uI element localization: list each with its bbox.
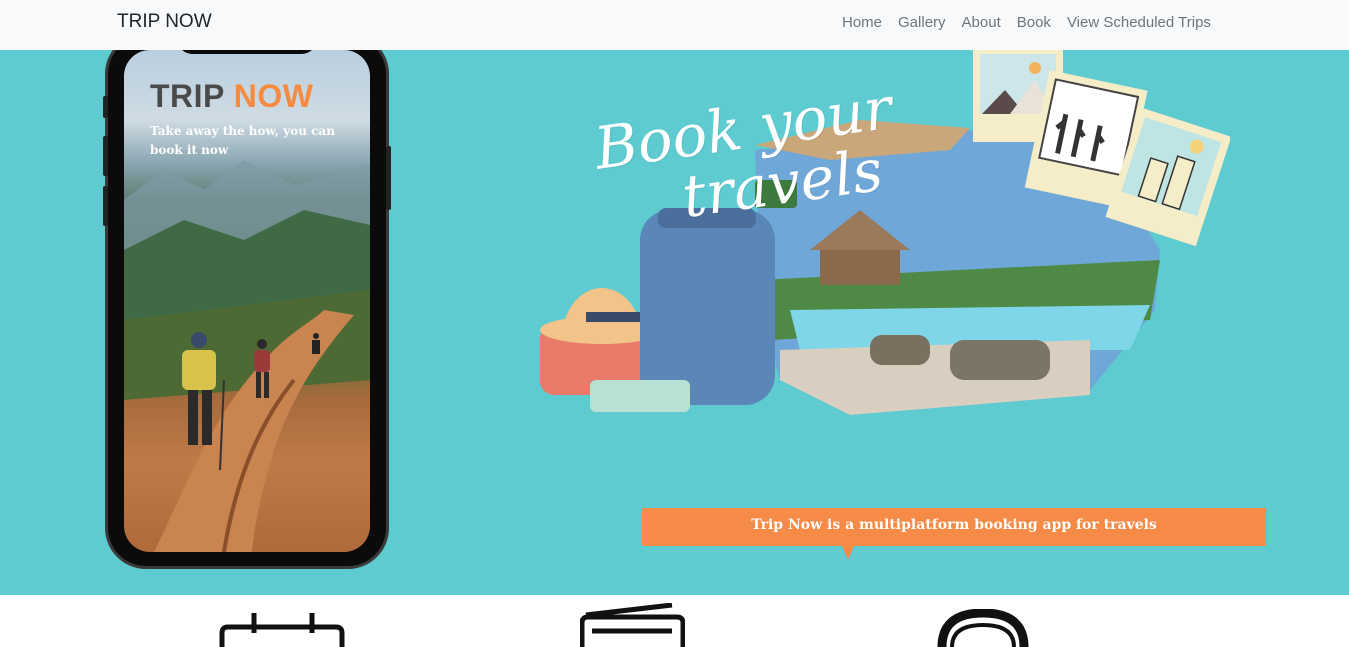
- app-tagline: Take away the how, you can book it now: [150, 124, 335, 157]
- phone-volume-down: [103, 186, 108, 226]
- backpack: [640, 210, 775, 405]
- nav-about[interactable]: About: [954, 13, 1009, 33]
- banner-tail: [842, 546, 854, 560]
- phone-notch: [178, 50, 316, 54]
- hero-banner: TRIP NOW Take away the how, you can book…: [0, 50, 1349, 595]
- brand-logo[interactable]: TRIP NOW: [117, 11, 212, 33]
- nav-gallery[interactable]: Gallery: [890, 13, 954, 33]
- nav-home[interactable]: Home: [834, 13, 890, 33]
- calendar-icon: [219, 613, 345, 647]
- navbar: TRIP NOW Home Gallery About Book View Sc…: [0, 0, 1349, 50]
- ticket-icon: [580, 603, 685, 647]
- phone-screen: TRIP NOW Take away the how, you can book…: [124, 50, 370, 552]
- phone-power-button: [386, 146, 391, 210]
- hiker-figure-3: [312, 333, 320, 354]
- phone-side-button: [103, 96, 108, 118]
- info-banner: Trip Now is a multiplatform booking app …: [642, 508, 1266, 546]
- nav-view-scheduled-trips[interactable]: View Scheduled Trips: [1059, 13, 1219, 33]
- features-section: [0, 595, 1349, 647]
- headset-icon: [937, 609, 1029, 647]
- pillow: [870, 335, 930, 365]
- nav-links: Home Gallery About Book View Scheduled T…: [834, 13, 1219, 33]
- banner-text: Trip Now is a multiplatform booking app …: [751, 517, 1157, 533]
- suitcase-mint: [590, 380, 690, 412]
- phone-volume-up: [103, 136, 108, 176]
- phone-mockup: TRIP NOW Take away the how, you can book…: [103, 50, 391, 566]
- nav-book[interactable]: Book: [1009, 13, 1059, 33]
- app-title: TRIP NOW: [150, 78, 314, 114]
